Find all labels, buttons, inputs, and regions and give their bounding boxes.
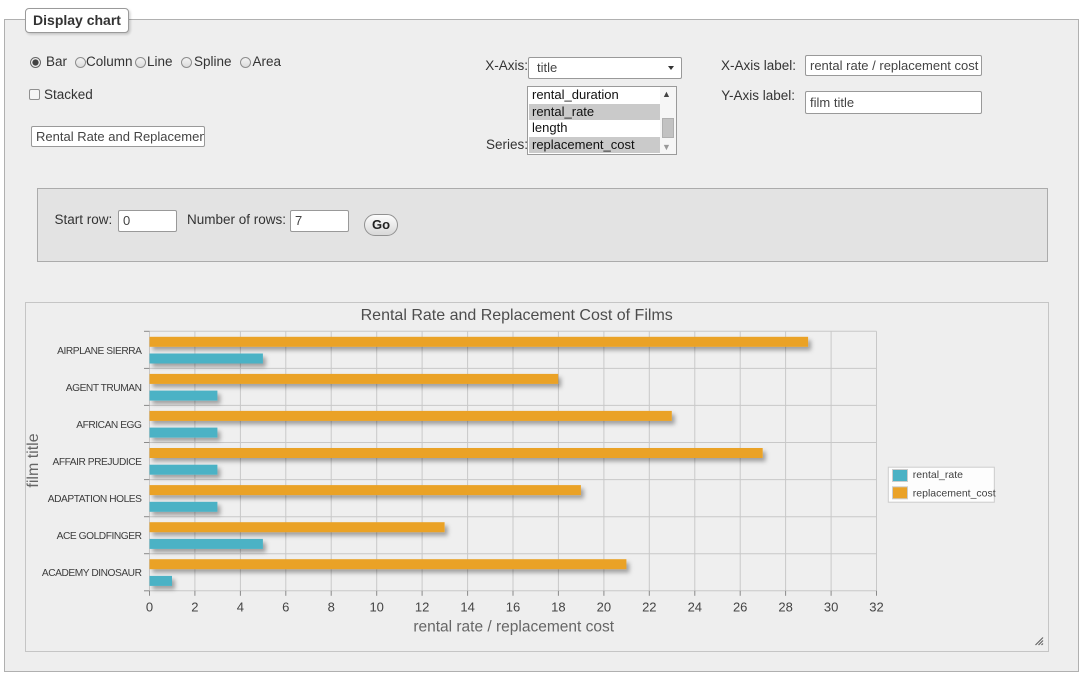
svg-text:10: 10	[369, 600, 383, 615]
svg-text:ACE GOLDFINGER: ACE GOLDFINGER	[57, 531, 142, 542]
svg-text:AGENT TRUMAN: AGENT TRUMAN	[66, 383, 142, 394]
svg-text:Rental Rate and Replacement Co: Rental Rate and Replacement Cost of Film…	[361, 307, 673, 324]
svg-text:24: 24	[688, 600, 702, 615]
svg-text:0: 0	[146, 600, 153, 615]
svg-text:12: 12	[415, 600, 429, 615]
svg-text:6: 6	[282, 600, 289, 615]
svg-text:ADAPTATION HOLES: ADAPTATION HOLES	[48, 494, 142, 505]
svg-text:film title: film title	[26, 433, 42, 487]
svg-text:2: 2	[191, 600, 198, 615]
svg-text:4: 4	[237, 600, 244, 615]
svg-text:14: 14	[460, 600, 474, 615]
svg-text:18: 18	[551, 600, 565, 615]
svg-text:8: 8	[328, 600, 335, 615]
svg-text:rental_rate: rental_rate	[913, 469, 963, 481]
svg-text:22: 22	[642, 600, 656, 615]
svg-text:26: 26	[733, 600, 747, 615]
svg-text:replacement_cost: replacement_cost	[913, 488, 996, 500]
svg-text:rental rate / replacement cost: rental rate / replacement cost	[413, 619, 614, 636]
svg-text:32: 32	[869, 600, 883, 615]
svg-text:16: 16	[506, 600, 520, 615]
svg-text:30: 30	[824, 600, 838, 615]
svg-text:ACADEMY DINOSAUR: ACADEMY DINOSAUR	[42, 568, 142, 579]
svg-text:AFFAIR PREJUDICE: AFFAIR PREJUDICE	[52, 457, 142, 468]
svg-text:AIRPLANE SIERRA: AIRPLANE SIERRA	[57, 346, 142, 357]
svg-text:28: 28	[778, 600, 792, 615]
svg-text:AFRICAN EGG: AFRICAN EGG	[76, 420, 142, 431]
svg-text:20: 20	[597, 600, 611, 615]
